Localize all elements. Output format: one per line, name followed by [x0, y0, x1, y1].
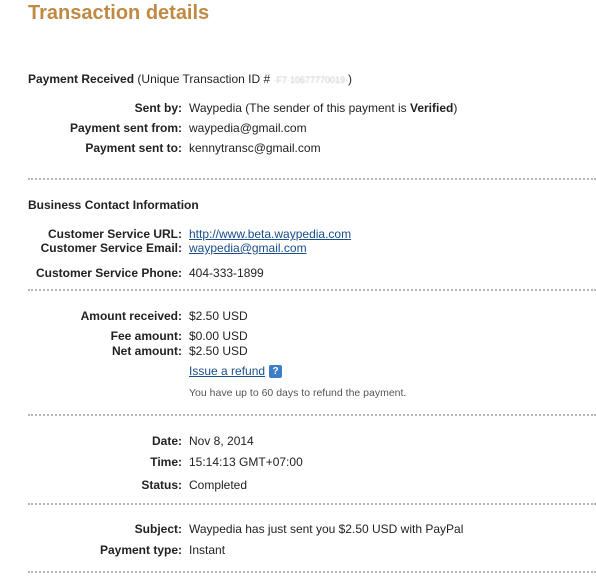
help-question-icon[interactable]: ?	[269, 365, 283, 379]
issue-refund-link[interactable]: Issue a refund	[189, 364, 265, 378]
customer-service-url-label: Customer Service URL:	[47, 227, 182, 241]
subject-value: Waypedia has just sent you $2.50 USD wit…	[189, 522, 464, 536]
amount-received-value: $2.50 USD	[189, 309, 248, 323]
fee-amount-label: Fee amount:	[110, 329, 182, 343]
date-label: Date:	[151, 434, 182, 448]
payment-type-label: Payment type:	[99, 543, 182, 557]
sent-by-close: )	[453, 101, 458, 115]
time-label: Time:	[150, 455, 182, 469]
payment-received-heading: Payment Received	[28, 72, 135, 86]
customer-service-email-link[interactable]: waypedia@gmail.com	[189, 241, 307, 255]
business-contact-heading: Business Contact Information	[28, 198, 199, 212]
transaction-id-suffix: )	[348, 72, 353, 86]
net-amount-label: Net amount:	[112, 344, 182, 358]
net-amount-value: $2.50 USD	[189, 344, 248, 358]
subject-label: Subject:	[134, 522, 182, 536]
transaction-id-masked: ·F7·10677770019·	[273, 74, 349, 85]
sent-by-value: Waypedia (The sender of this payment is …	[189, 101, 457, 115]
section-divider	[28, 414, 596, 416]
sent-from-value: waypedia@gmail.com	[189, 121, 307, 135]
customer-service-email-label: Customer Service Email:	[40, 241, 182, 255]
status-label: Status:	[141, 478, 182, 492]
sent-to-value: kennytransc@gmail.com	[189, 141, 321, 155]
payment-type-value: Instant	[189, 543, 226, 557]
section-divider	[28, 571, 596, 573]
status-value: Completed	[189, 478, 248, 492]
page-title: Transaction details	[28, 2, 210, 24]
sent-by-label: Sent by:	[134, 101, 182, 115]
customer-service-url-link[interactable]: http://www.beta.waypedia.com	[189, 227, 351, 241]
sent-from-label: Payment sent from:	[69, 121, 182, 135]
date-value: Nov 8, 2014	[189, 434, 254, 448]
issue-refund-row: Issue a refund?	[189, 364, 283, 379]
section-divider	[28, 178, 596, 180]
verified-status: Verified	[410, 101, 454, 115]
payment-received-header: Payment Received (Unique Transaction ID …	[28, 72, 352, 86]
sent-by-text: Waypedia (The sender of this payment is	[189, 101, 410, 115]
fee-amount-value: $0.00 USD	[189, 329, 248, 343]
section-divider	[28, 289, 596, 291]
time-value: 15:14:13 GMT+07:00	[189, 455, 303, 469]
transaction-id-prefix: (Unique Transaction ID #	[137, 72, 271, 86]
customer-service-phone-value: 404-333-1899	[189, 266, 264, 280]
customer-service-phone-label: Customer Service Phone:	[35, 266, 182, 280]
sent-to-label: Payment sent to:	[85, 141, 182, 155]
refund-note: You have up to 60 days to refund the pay…	[189, 387, 407, 399]
amount-received-label: Amount received:	[80, 309, 182, 323]
section-divider	[28, 503, 596, 505]
